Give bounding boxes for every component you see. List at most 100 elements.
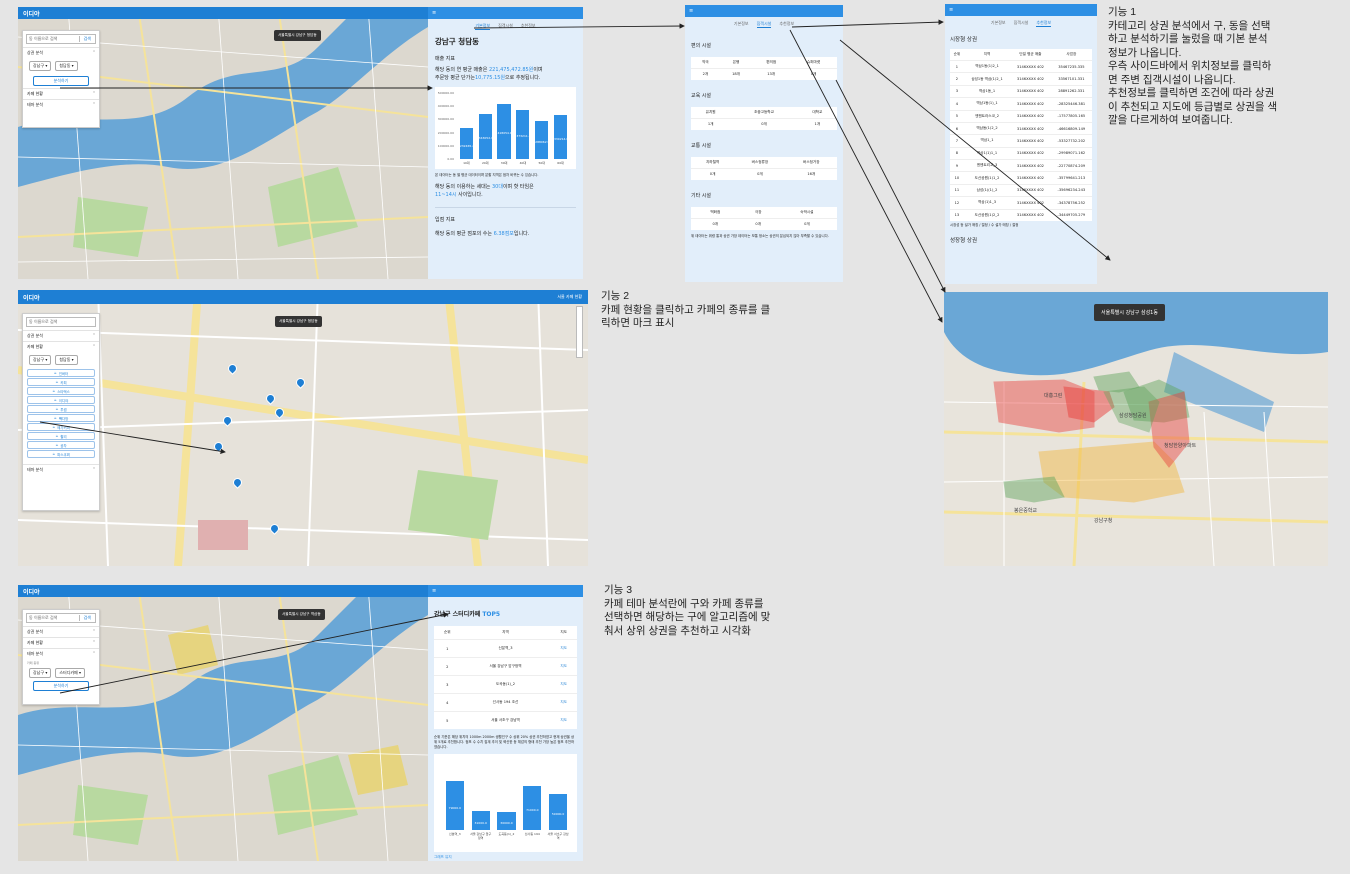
caption-line: 카페 테마 분석란에 구와 카페 종류를 [604,597,764,610]
menu-icon[interactable]: ≡ [949,7,953,13]
tab-facilities[interactable]: 집객시설 [1014,20,1029,27]
table-row[interactable]: 2 삼성1동 역삼(1)2_1 3146XXXX 402 33567101.331 [950,72,1092,86]
map-link[interactable]: 지도 [550,675,577,694]
chart-footer-link[interactable]: 그래프 유지 [434,855,577,860]
table-row[interactable]: 8 역삼1(1)1_1 3146XXXX 402 -29989071.162 [950,146,1092,160]
table-row[interactable]: 13 도산공원(1)2_2 3146XXXX 402 -34449705.279 [950,208,1092,221]
table-row[interactable]: 5 서울 서초구 강남역 지도 [434,711,577,729]
search-input[interactable]: 동 이름으로 검색 [27,319,95,325]
table-row[interactable]: 4 선사동 194 조선 지도 [434,693,577,712]
table-row[interactable]: 6 역삼동(1)2_2 3146XXXX 402 -46616809.149 [950,121,1092,135]
gu-select[interactable]: 강남구 ▾ [29,668,52,678]
cafe-type-button[interactable]: ☕ 공차 [27,441,95,449]
cafe-type-label: 투썸 [60,407,67,412]
map-link[interactable]: 지도 [550,639,577,658]
analyze-button[interactable]: 분석하기 [33,681,89,691]
table-row[interactable]: 9 엔젠트리고_3 3146XXXX 402 -22770874.209 [950,158,1092,172]
table-cell: 0개 [739,218,777,230]
section-commercial[interactable]: 상권 분석 ˄ [23,47,99,58]
section-cafe-status[interactable]: 카페 현황 ˅ [23,88,99,99]
cafe-type-button[interactable]: ☕ 스타벅스 [27,387,95,395]
section-cafe-status[interactable]: 카페 현황 ˄ [23,341,99,352]
section-theme[interactable]: 테마 분석 ˅ [23,99,99,110]
tab-basic[interactable]: 기본정보 [734,21,749,28]
table-row[interactable]: 10 도산공원(1)1_2 3146XXXX 402 -35799641.213 [950,171,1092,185]
zone-map[interactable]: 서울특별시 강남구 삼성1동 대흥그린 삼성청담공원 강남구청 청담한양아파트 … [944,292,1328,566]
tab-facilities[interactable]: 집객시설 [756,21,772,28]
table-row[interactable]: 1 신분역_3 지도 [434,639,577,658]
tab-basic[interactable]: 기본정보 [475,23,491,30]
table-row[interactable]: 2 서울 강남구 압구정역 지도 [434,657,577,676]
menu-icon[interactable]: ≡ [432,10,436,16]
cafe-type-button[interactable]: ☕ 투썸 [27,405,95,413]
table-cell: -35799641.213 [1050,171,1092,185]
table-cell: 엔젠트리고_3 [963,158,1011,172]
section-commercial[interactable]: 상권 분석 ˅ [23,330,99,341]
table-cell: 서울 서초구 강남역 [460,711,551,729]
table-row[interactable]: 1 역삼1동(1)2_1 3146XXXX 402 35467235.335 [950,59,1092,73]
table-row[interactable]: 12 역삼(1)1_3 3146XXXX 402 -34378756.252 [950,196,1092,209]
search-box[interactable]: 동 이름으로 검색 검색 [26,613,96,623]
table-row[interactable]: 4 역삼1동(1)_1 3146XXXX 402 -28325446.381 [950,97,1092,110]
bar-value-label: 343052.11 [478,136,495,141]
table-cell: 1개 [691,118,731,130]
map-link[interactable]: 지도 [550,693,577,712]
table-cell: -22770874.209 [1050,158,1092,172]
cafe-type-button[interactable]: ☕ 파스쿠찌 [27,450,95,458]
table-row: 1개 0개 1개 [691,118,837,130]
table-cell: 엔젠트라스코_2 [963,109,1011,123]
tab-recommend[interactable]: 추천정보 [521,23,536,30]
section-cafe-status[interactable]: 카페 현황 ˅ [23,637,99,648]
cafe-type-button[interactable]: ☕ 카피 [27,378,95,386]
panel-title: 강남구 청담동 [435,37,480,46]
cafe-type-button[interactable]: ☕ 인버터 [27,369,95,377]
table-row[interactable]: 3 도곡동(1)_2 지도 [434,675,577,694]
section-commercial[interactable]: 상권 분석 ˅ [23,626,99,637]
analyze-button[interactable]: 분석하기 [33,76,89,86]
cafe-type-button[interactable]: ☕ 이디야 [27,396,95,404]
menu-icon[interactable]: ≡ [689,8,693,14]
section-theme[interactable]: 테마 분석 ˄ [23,648,99,659]
gu-select[interactable]: 강남구 ▾ [29,61,52,71]
search-box[interactable]: 동 이름으로 검색 검색 [26,34,96,44]
map-link[interactable]: 지도 [550,711,577,729]
table-row[interactable]: 11 삼성(1)(1)_2 3146XXXX 402 -35696234.243 [950,183,1092,197]
x-tick-label: 20대 [481,161,489,165]
tab-recommend[interactable]: 추천정보 [1036,20,1052,27]
cafe-type-button[interactable]: ☕ 할리 [27,432,95,440]
dong-select[interactable]: 청담동 ▾ [55,355,78,365]
tab-recommend[interactable]: 추천정보 [779,21,794,28]
search-input[interactable]: 동 이름으로 검색 [27,36,79,42]
table-cell: 13개 [752,68,791,80]
search-input[interactable]: 동 이름으로 검색 [27,615,79,621]
cafe-type-label: 인버터 [58,371,69,376]
table-row[interactable]: 3 역삼1동_1 3146XXXX 402 28891262.331 [950,84,1092,98]
search-button[interactable]: 검색 [78,36,95,42]
dong-select[interactable]: 청담동 ▾ [55,61,78,71]
cafe-type-button[interactable]: ☕ 빽다방 [27,414,95,422]
map-link[interactable]: 지도 [550,657,577,676]
facility-section-title: 기타 시설 [691,193,711,199]
table-cell: 0개 [790,68,837,80]
tab-facilities[interactable]: 집객시설 [498,23,513,30]
bar-value-label: 418054.12 [497,131,514,136]
cafe-type-button[interactable]: ☕ 메가커피 [27,423,95,431]
search-box[interactable]: 동 이름으로 검색 [26,317,96,327]
section-theme[interactable]: 테마 분석 ˅ [23,464,99,475]
gu-select[interactable]: 강남구 ▾ [29,355,52,365]
panel-tabs: 기본정보 집객시설 추천정보 [945,16,1097,29]
app-header-2: 이디야 서울 카페 현황 [18,290,588,304]
table-cell: 35467235.335 [1050,59,1092,73]
tab-basic[interactable]: 기본정보 [991,20,1006,27]
table-row[interactable]: 7 역삼1_1 3146XXXX 402 -53327732.202 [950,134,1092,148]
table-header-cell: 지역 [983,52,991,56]
menu-icon[interactable]: ≡ [432,588,436,594]
table-row[interactable]: 5 엔젠트라스코_2 3146XXXX 402 -17577805.165 [950,109,1092,123]
cafe-type-select[interactable]: 스터디카페 ▾ [55,668,86,678]
search-button[interactable]: 검색 [78,615,95,621]
cafe-icon: ☕ [55,380,59,384]
table-row: 0개 0개 0개 [691,218,837,230]
map-screen-2[interactable] [18,290,588,566]
zoom-slider[interactable] [576,306,583,358]
map-label: 강남구청 [1094,518,1113,524]
